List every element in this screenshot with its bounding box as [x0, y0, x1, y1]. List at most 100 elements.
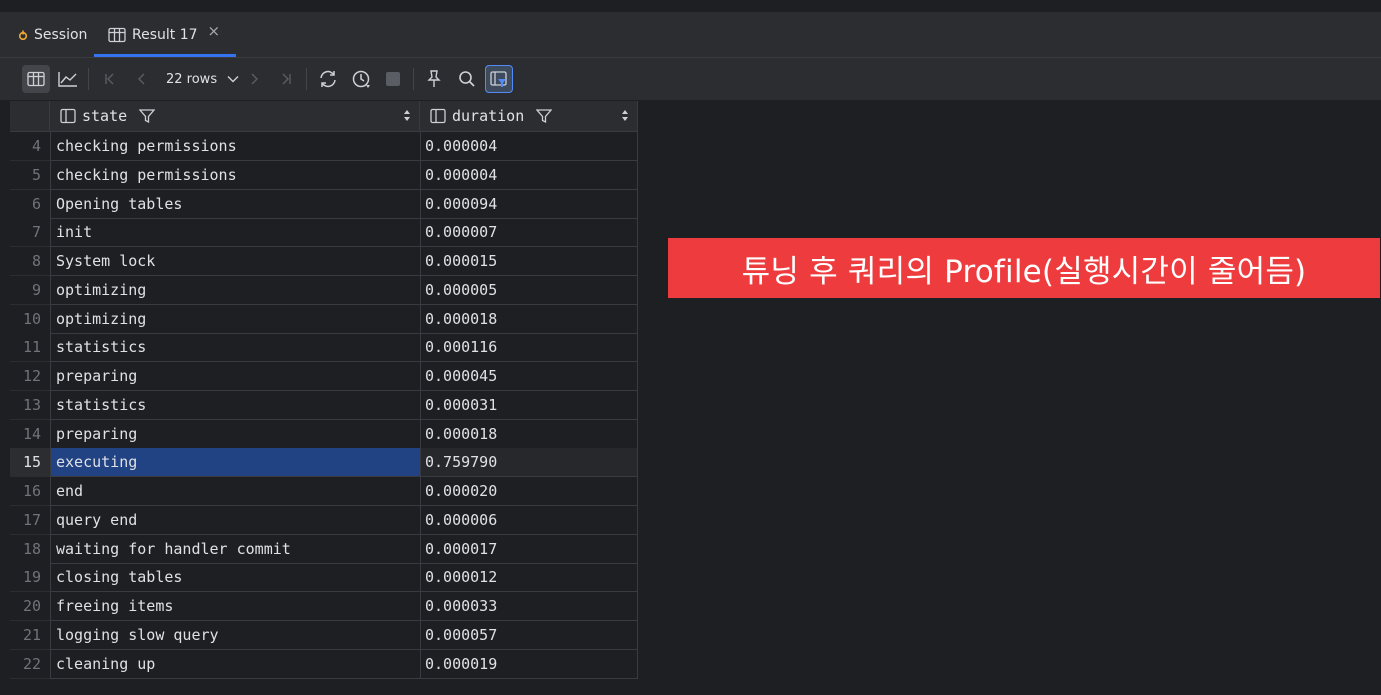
row-number: 19	[10, 563, 50, 593]
cell-state[interactable]: logging slow query	[50, 620, 420, 650]
cell-duration[interactable]: 0.000015	[420, 247, 638, 276]
row-number: 21	[10, 620, 50, 650]
column-header-label: state	[82, 107, 128, 125]
cell-duration[interactable]: 0.759790	[420, 448, 638, 478]
cell-duration[interactable]: 0.000004	[420, 132, 638, 161]
cell-duration[interactable]: 0.000007	[420, 218, 638, 248]
table-row[interactable]: 20 freeing items 0.000033	[10, 592, 638, 621]
table-row[interactable]: 4 checking permissions 0.000004	[10, 132, 638, 161]
column-header-duration[interactable]: duration	[420, 101, 638, 132]
cell-state[interactable]: preparing	[50, 362, 420, 391]
cell-state[interactable]: init	[50, 218, 420, 248]
table-row[interactable]: 16 end 0.000020	[10, 477, 638, 506]
filter-icon[interactable]	[139, 108, 156, 124]
table-row[interactable]: 21 logging slow query 0.000057	[10, 620, 638, 650]
sort-icon[interactable]	[403, 109, 411, 122]
table-row[interactable]: 19 closing tables 0.000012	[10, 563, 638, 593]
cell-state[interactable]: end	[50, 477, 420, 506]
pin-icon[interactable]	[420, 65, 448, 93]
history-icon[interactable]	[347, 65, 375, 93]
cell-duration[interactable]: 0.000017	[420, 534, 638, 564]
cell-state[interactable]: query end	[50, 505, 420, 535]
row-number: 12	[10, 362, 50, 391]
next-page-icon[interactable]	[240, 65, 268, 93]
table-row[interactable]: 5 checking permissions 0.000004	[10, 160, 638, 190]
session-icon	[18, 30, 28, 40]
table-row[interactable]: 17 query end 0.000006	[10, 505, 638, 535]
cell-duration[interactable]: 0.000005	[420, 275, 638, 305]
table-row[interactable]: 7 init 0.000007	[10, 218, 638, 248]
results-tab-bar: Session Result 17 ×	[0, 13, 1381, 58]
column-icon	[430, 108, 446, 124]
cell-state[interactable]: checking permissions	[50, 160, 420, 190]
cell-duration[interactable]: 0.000006	[420, 505, 638, 535]
table-row[interactable]: 9 optimizing 0.000005	[10, 275, 638, 305]
row-number: 9	[10, 275, 50, 305]
table-row[interactable]: 12 preparing 0.000045	[10, 362, 638, 391]
cell-state[interactable]: statistics	[50, 333, 420, 363]
cell-state[interactable]: freeing items	[50, 592, 420, 621]
row-number: 10	[10, 304, 50, 334]
cell-state[interactable]: statistics	[50, 390, 420, 420]
cell-duration[interactable]: 0.000116	[420, 333, 638, 363]
row-count-label: 22 rows	[166, 71, 218, 87]
cell-duration[interactable]: 0.000019	[420, 649, 638, 679]
refresh-icon[interactable]	[314, 65, 342, 93]
cell-duration[interactable]: 0.000018	[420, 419, 638, 449]
prev-page-icon[interactable]	[128, 65, 156, 93]
table-row[interactable]: 14 preparing 0.000018	[10, 419, 638, 449]
table-row[interactable]: 10 optimizing 0.000018	[10, 304, 638, 334]
last-page-icon[interactable]	[272, 65, 300, 93]
chart-view-icon[interactable]	[54, 65, 82, 93]
table-icon	[108, 27, 126, 43]
results-toolbar: 22 rows	[0, 58, 1381, 101]
table-row[interactable]: 8 System lock 0.000015	[10, 247, 638, 276]
row-number: 20	[10, 592, 50, 621]
cell-state[interactable]: executing	[50, 448, 420, 478]
column-header-state[interactable]: state	[50, 101, 420, 132]
row-count-dropdown[interactable]: 22 rows	[166, 68, 239, 90]
cell-state[interactable]: preparing	[50, 419, 420, 449]
chevron-down-icon	[227, 76, 239, 83]
cell-duration[interactable]: 0.000033	[420, 592, 638, 621]
cell-duration[interactable]: 0.000020	[420, 477, 638, 506]
cell-duration[interactable]: 0.000057	[420, 620, 638, 650]
first-page-icon[interactable]	[96, 65, 124, 93]
table-row[interactable]: 15 executing 0.759790	[10, 448, 638, 478]
filter-icon[interactable]	[536, 108, 553, 124]
row-number: 8	[10, 247, 50, 276]
sort-icon[interactable]	[621, 109, 629, 122]
cell-state[interactable]: waiting for handler commit	[50, 534, 420, 564]
close-icon[interactable]: ×	[208, 22, 221, 40]
row-number: 22	[10, 649, 50, 679]
cell-duration[interactable]: 0.000031	[420, 390, 638, 420]
cell-duration[interactable]: 0.000004	[420, 160, 638, 190]
cell-state[interactable]: System lock	[50, 247, 420, 276]
cell-state[interactable]: Opening tables	[50, 189, 420, 219]
filter-panel-icon[interactable]	[485, 65, 513, 93]
cell-state[interactable]: closing tables	[50, 563, 420, 593]
toolbar-separator	[88, 68, 89, 90]
cell-state[interactable]: optimizing	[50, 275, 420, 305]
search-icon[interactable]	[453, 65, 481, 93]
stop-icon[interactable]	[379, 65, 407, 93]
cell-duration[interactable]: 0.000094	[420, 189, 638, 219]
table-row[interactable]: 11 statistics 0.000116	[10, 333, 638, 363]
window-top-strip	[0, 0, 1381, 13]
cell-state[interactable]: cleaning up	[50, 649, 420, 679]
tab-session[interactable]: Session	[18, 13, 87, 57]
table-row[interactable]: 6 Opening tables 0.000094	[10, 189, 638, 219]
tab-result[interactable]: Result 17 ×	[93, 13, 237, 57]
cell-state[interactable]: optimizing	[50, 304, 420, 334]
tab-result-label: Result 17	[132, 27, 198, 43]
table-row[interactable]: 22 cleaning up 0.000019	[10, 649, 638, 679]
row-number: 14	[10, 419, 50, 449]
cell-duration[interactable]: 0.000045	[420, 362, 638, 391]
cell-duration[interactable]: 0.000018	[420, 304, 638, 334]
table-view-icon[interactable]	[22, 65, 50, 93]
cell-state[interactable]: checking permissions	[50, 132, 420, 161]
table-row[interactable]: 18 waiting for handler commit 0.000017	[10, 534, 638, 564]
table-row[interactable]: 13 statistics 0.000031	[10, 390, 638, 420]
row-number: 16	[10, 477, 50, 506]
cell-duration[interactable]: 0.000012	[420, 563, 638, 593]
